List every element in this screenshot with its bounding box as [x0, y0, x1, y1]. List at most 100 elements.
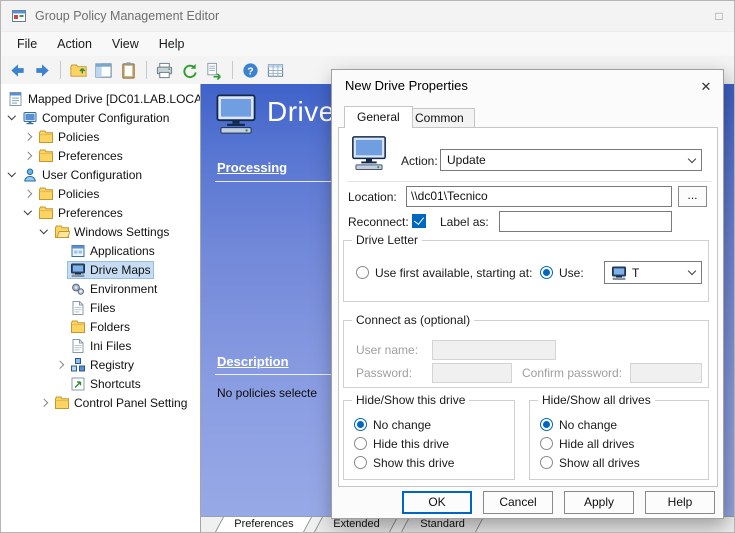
- tree-item-computer-configuration[interactable]: Computer Configuration: [1, 108, 200, 127]
- tree-item-label: Drive Maps: [90, 263, 151, 277]
- console-tree-toggle-button[interactable]: [91, 58, 116, 82]
- export-list-button[interactable]: [202, 58, 227, 82]
- tab-preferences[interactable]: Preferences: [215, 517, 312, 532]
- chevron-right-icon[interactable]: [21, 130, 35, 144]
- help-button[interactable]: [238, 58, 263, 82]
- password-label: Password:: [356, 366, 412, 380]
- description-link[interactable]: Description: [217, 354, 289, 369]
- tree-item-registry[interactable]: Registry: [1, 355, 200, 374]
- tree-item-label: Shortcuts: [90, 377, 141, 391]
- all-no-change-radio[interactable]: [540, 418, 553, 431]
- drive-letter-combobox[interactable]: T: [604, 261, 702, 284]
- tree-item-applications[interactable]: Applications: [1, 241, 200, 260]
- chevron-right-icon[interactable]: [53, 358, 67, 372]
- drive-letter-group: Drive Letter Use first available, starti…: [343, 240, 709, 302]
- label-as-label: Label as:: [440, 215, 489, 229]
- this-no-change-radio[interactable]: [354, 418, 367, 431]
- forward-arrow-icon: [33, 61, 52, 80]
- computer-icon: [22, 110, 38, 126]
- tree-item-label: Computer Configuration: [42, 111, 169, 125]
- browse-button[interactable]: ...: [678, 186, 707, 207]
- folder-icon: [54, 395, 70, 411]
- tree-item-policies[interactable]: Policies: [1, 184, 200, 203]
- chevron-down-icon: [688, 154, 696, 162]
- tab-standard[interactable]: Standard: [401, 517, 484, 532]
- use-first-available-radio[interactable]: [356, 266, 369, 279]
- tree-item-policies[interactable]: Policies: [1, 127, 200, 146]
- tree-item-folders[interactable]: Folders: [1, 317, 200, 336]
- apply-button[interactable]: Apply: [564, 491, 634, 514]
- chevron-right-icon[interactable]: [21, 149, 35, 163]
- show-this-drive-radio[interactable]: [354, 456, 367, 469]
- tree-item-user-configuration[interactable]: User Configuration: [1, 165, 200, 184]
- tree-item-ini-files[interactable]: Ini Files: [1, 336, 200, 355]
- use-radio[interactable]: [540, 266, 553, 279]
- tree-item-label: Registry: [90, 358, 134, 372]
- location-input[interactable]: \\dc01\Tecnico: [406, 186, 672, 207]
- refresh-button[interactable]: [177, 58, 202, 82]
- this-no-change-label: No change: [373, 418, 431, 432]
- tree-item-windows-settings[interactable]: Windows Settings: [1, 222, 200, 241]
- tree-item-root[interactable]: Mapped Drive [DC01.LAB.LOCA: [1, 89, 200, 108]
- chevron-placeholder: [53, 301, 67, 315]
- chevron-placeholder: [53, 282, 67, 296]
- tab-common[interactable]: Common: [404, 108, 475, 128]
- tab-general[interactable]: General: [344, 106, 413, 128]
- password-input: [432, 363, 512, 383]
- properties-button[interactable]: [116, 58, 141, 82]
- chevron-right-icon[interactable]: [37, 396, 51, 410]
- hide-all-drives-radio[interactable]: [540, 437, 553, 450]
- chevron-down-icon[interactable]: [5, 111, 19, 125]
- hide-this-drive-radio[interactable]: [354, 437, 367, 450]
- export-icon: [205, 61, 224, 80]
- printer-icon: [155, 61, 174, 80]
- chevron-right-icon[interactable]: [21, 187, 35, 201]
- tree-item-control-panel-settings[interactable]: Control Panel Setting: [1, 393, 200, 412]
- registry-icon: [70, 357, 86, 373]
- help-button[interactable]: Help: [645, 491, 715, 514]
- back-button[interactable]: [5, 58, 30, 82]
- chevron-down-icon[interactable]: [37, 225, 51, 239]
- chevron-down-icon[interactable]: [21, 206, 35, 220]
- up-one-level-icon: [69, 61, 88, 80]
- datasheet-button[interactable]: [263, 58, 288, 82]
- tab-label: Extended: [334, 517, 380, 531]
- tree-item-drive-maps[interactable]: Drive Maps: [1, 260, 200, 279]
- tree-item-shortcuts[interactable]: Shortcuts: [1, 374, 200, 393]
- up-one-level-button[interactable]: [66, 58, 91, 82]
- forward-button[interactable]: [30, 58, 55, 82]
- show-all-drives-radio[interactable]: [540, 456, 553, 469]
- menu-file[interactable]: File: [7, 34, 47, 54]
- maximize-icon[interactable]: □: [704, 1, 734, 31]
- menu-action[interactable]: Action: [47, 34, 102, 54]
- show-this-drive-label: Show this drive: [373, 456, 454, 470]
- ok-button[interactable]: OK: [402, 491, 472, 514]
- tree-item-environment[interactable]: Environment: [1, 279, 200, 298]
- shortcuts-icon: [70, 376, 86, 392]
- action-value: Update: [447, 153, 685, 167]
- folders-icon: [70, 319, 86, 335]
- chevron-down-icon[interactable]: [5, 168, 19, 182]
- action-combobox[interactable]: Update: [440, 149, 702, 171]
- menu-bar: File Action View Help: [1, 32, 734, 56]
- new-drive-properties-dialog: New Drive Properties ✕ General Common Ac…: [331, 69, 724, 519]
- tree-item-label: Policies: [58, 187, 99, 201]
- folder-icon: [38, 148, 54, 164]
- menu-help[interactable]: Help: [149, 34, 195, 54]
- pane-title: Drive: [267, 96, 335, 128]
- toolbar-separator: [232, 61, 233, 79]
- tree-item-preferences[interactable]: Preferences: [1, 203, 200, 222]
- close-icon[interactable]: ✕: [694, 76, 718, 98]
- reconnect-checkbox[interactable]: [412, 214, 426, 228]
- cancel-button[interactable]: Cancel: [483, 491, 553, 514]
- tab-extended[interactable]: Extended: [314, 517, 398, 532]
- tree-item-label: Windows Settings: [74, 225, 169, 239]
- print-button[interactable]: [152, 58, 177, 82]
- menu-view[interactable]: View: [102, 34, 149, 54]
- processing-link[interactable]: Processing: [217, 160, 287, 175]
- chevron-placeholder: [53, 320, 67, 334]
- tree-item-files[interactable]: Files: [1, 298, 200, 317]
- tree-item-preferences[interactable]: Preferences: [1, 146, 200, 165]
- folder-icon: [38, 186, 54, 202]
- label-as-input[interactable]: [499, 211, 672, 232]
